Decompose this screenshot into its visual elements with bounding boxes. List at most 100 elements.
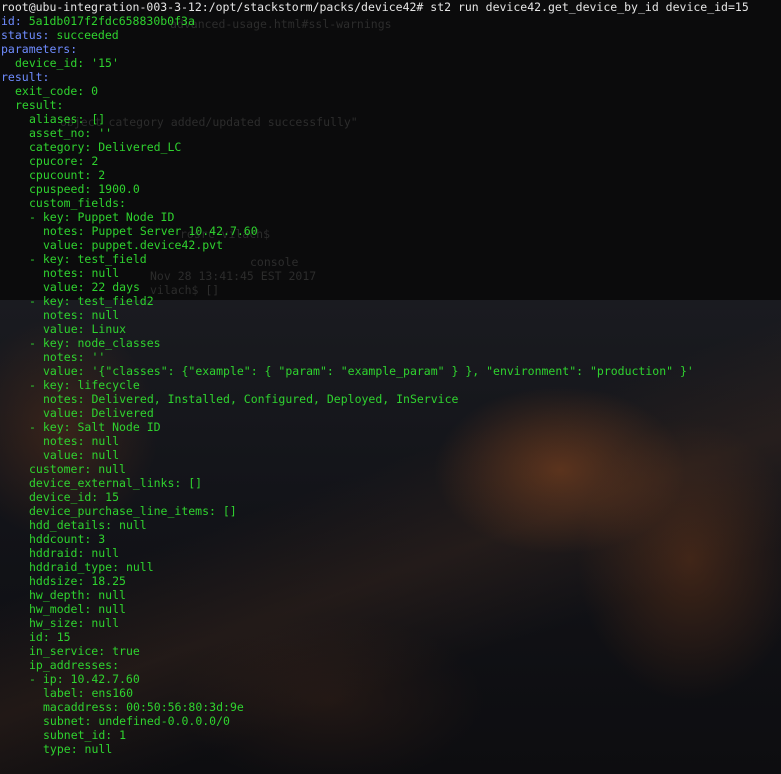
output-line: - key: Salt Node ID [1,420,749,434]
output-line: - key: node_classes [1,336,749,350]
output-line: category: Delivered_LC [1,140,749,154]
yaml-value: 1 [112,728,127,742]
yaml-key: hddraid: [29,546,85,560]
output-line: ip_addresses: [1,658,749,672]
yaml-value: Delivered [84,406,154,420]
output-line: status: succeeded [1,28,749,42]
yaml-key: subnet_id: [43,728,113,742]
yaml-key: label: [43,686,85,700]
yaml-value: Linux [84,322,127,336]
yaml-value: null [84,616,120,630]
output-line: hddcount: 3 [1,532,749,546]
output-line: hddsize: 18.25 [1,574,749,588]
output-line: custom_fields: [1,196,749,210]
yaml-value: node_classes [70,336,161,350]
yaml-key: notes: [43,434,85,448]
yaml-value: undefined-0.0.0.0/0 [91,714,230,728]
prompt-command: st2 run device42.get_device_by_id device… [423,0,749,14]
yaml-value: Puppet Node ID [70,210,175,224]
output-line: device_id: '15' [1,56,749,70]
yaml-value: [] [181,476,203,490]
yaml-value: [] [84,112,106,126]
yaml-value: 15 [49,630,71,644]
output-line: - ip: 10.42.7.60 [1,672,749,686]
yaml-value: [] [215,504,237,518]
terminal-window[interactable]: advanced-usage.html#ssl-warnings object … [0,0,781,774]
yaml-value: Puppet Server 10.42.7.60 [84,224,258,238]
yaml-key: hw_size: [29,616,85,630]
output-line: notes: Delivered, Installed, Configured,… [1,392,749,406]
yaml-value: null [119,560,154,574]
yaml-key: device_external_links: [29,476,182,490]
output-line: notes: '' [1,350,749,364]
output-line: device_id: 15 [1,490,749,504]
output-line: result: [1,98,749,112]
output-line: notes: null [1,266,749,280]
yaml-value: 5a1db017f2fdc658830b0f3a [21,14,195,28]
output-line: - key: lifecycle [1,378,749,392]
output-line: exit_code: 0 [1,84,749,98]
yaml-value: succeeded [49,28,119,42]
yaml-key: value: [43,238,85,252]
output-line: - key: Puppet Node ID [1,210,749,224]
yaml-key: custom_fields: [29,196,126,210]
yaml-key: value: [43,406,85,420]
yaml-key: subnet: [43,714,92,728]
yaml-key: device_purchase_line_items: [29,504,216,518]
yaml-key: cpucount: [29,168,92,182]
yaml-value: 18.25 [84,574,126,588]
yaml-key: asset_no: [29,126,92,140]
output-line: hw_size: null [1,616,749,630]
yaml-value: null [84,448,120,462]
yaml-key: exit_code: [15,84,85,98]
output-line: aliases: [] [1,112,749,126]
yaml-key: cpucore: [29,154,85,168]
yaml-key: in_service: [29,644,106,658]
output-line: cpucore: 2 [1,154,749,168]
output-line: label: ens160 [1,686,749,700]
output-line: subnet: undefined-0.0.0.0/0 [1,714,749,728]
yaml-key: result: [1,70,50,84]
yaml-key: hw_model: [29,602,92,616]
yaml-value: null [84,546,120,560]
yaml-value: null [91,602,126,616]
output-line: value: 22 days [1,280,749,294]
yaml-key: notes: [43,266,85,280]
output-line: cpuspeed: 1900.0 [1,182,749,196]
output-line: type: null [1,742,749,756]
yaml-key: parameters: [1,42,78,56]
output-line: value: '{"classes": {"example": { "param… [1,364,749,378]
yaml-key: value: [43,322,85,336]
output-line: hddraid_type: null [1,560,749,574]
yaml-value: '' [91,126,113,140]
yaml-value: 0 [84,84,99,98]
yaml-key: macaddress: [43,700,120,714]
yaml-value: null [84,308,120,322]
yaml-key: result: [15,98,64,112]
yaml-value: true [105,644,140,658]
yaml-value: null [77,742,113,756]
yaml-key: id: [1,14,22,28]
yaml-key: hddraid_type: [29,560,120,574]
yaml-value: 10.42.7.60 [63,672,140,686]
yaml-key: hddsize: [29,574,85,588]
output-line: - key: test_field2 [1,294,749,308]
output-line: device_purchase_line_items: [] [1,504,749,518]
yaml-key: - ip: [29,672,64,686]
prompt-path: root@ubu-integration-003-3-12:/opt/stack… [1,0,424,14]
yaml-value: 22 days [84,280,140,294]
yaml-value: 2 [84,154,99,168]
yaml-value: test_field [70,252,147,266]
output-line: value: Delivered [1,406,749,420]
yaml-key: category: [29,140,92,154]
yaml-key: device_id: [15,56,85,70]
output-line: hdd_details: null [1,518,749,532]
yaml-value: 15 [98,490,120,504]
yaml-value: 2 [91,168,106,182]
yaml-value: '15' [84,56,119,70]
yaml-key: id: [29,630,50,644]
output-line: value: null [1,448,749,462]
yaml-value: puppet.device42.pvt [84,238,224,252]
yaml-key: value: [43,280,85,294]
yaml-value: null [91,588,126,602]
